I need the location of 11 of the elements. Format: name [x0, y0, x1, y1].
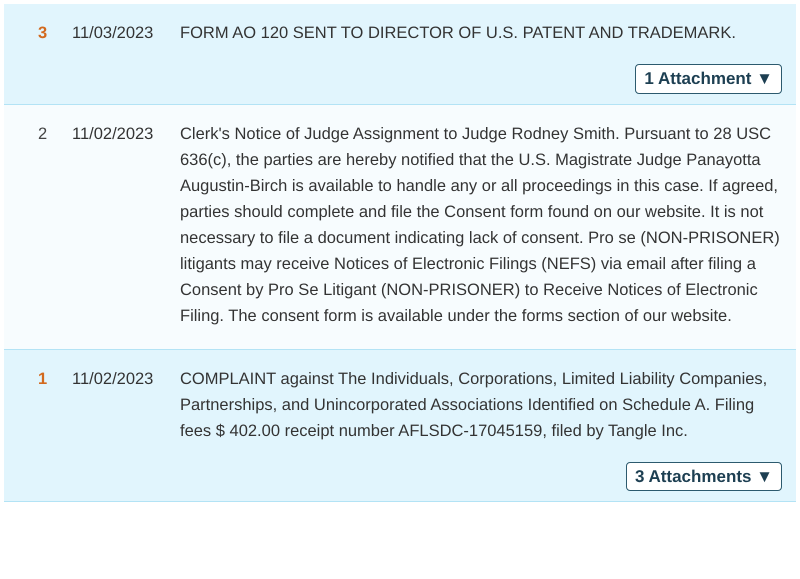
- entry-date: 11/02/2023: [72, 124, 154, 144]
- entry-number: 3: [37, 23, 48, 44]
- entry-description: FORM AO 120 SENT TO DIRECTOR OF U.S. PATENT AND TRADEMARK.: [180, 23, 737, 44]
- entry-number: 2: [37, 124, 48, 144]
- entry-date: 11/02/2023: [72, 368, 154, 390]
- attachments-button[interactable]: 3 Attachments ▼: [626, 462, 782, 491]
- entry-description: Clerk's Notice of Judge Assignment to Judge Rodney Smith. Pursuant to 28 USC 636(c), the parties are hereby notified that the U.S. Magistrate Judge Panayotta Augustin-Birch is available to handle any or all proceedings in this case. If agreed, parties should complete and file the Consent form found on our website. It is not necessary to file a document indicating lack of consent. Pro se (NON-PRISONER) litigants may receive Notices of Electronic Filings (NEFS) via email after filing a Consent by Pro Se Litigant (NON-PRISONER) to Receive Notices of Electronic Filing. The consent form is available under the forms section of our website.: [180, 124, 781, 326]
- attachments-button[interactable]: 1 Attachment ▼: [635, 64, 782, 94]
- entry-description: COMPLAINT against The Individuals, Corporations, Limited Liability Companies, Partnerships, and Unincorporated Associations Identified on Schedule A. Filing fees $ 402.00 receipt number AFLSDC-17045159, filed by Tangle Inc.: [180, 368, 768, 442]
- entry-number: 1: [37, 368, 48, 390]
- entry-date: 11/03/2023: [72, 23, 154, 44]
